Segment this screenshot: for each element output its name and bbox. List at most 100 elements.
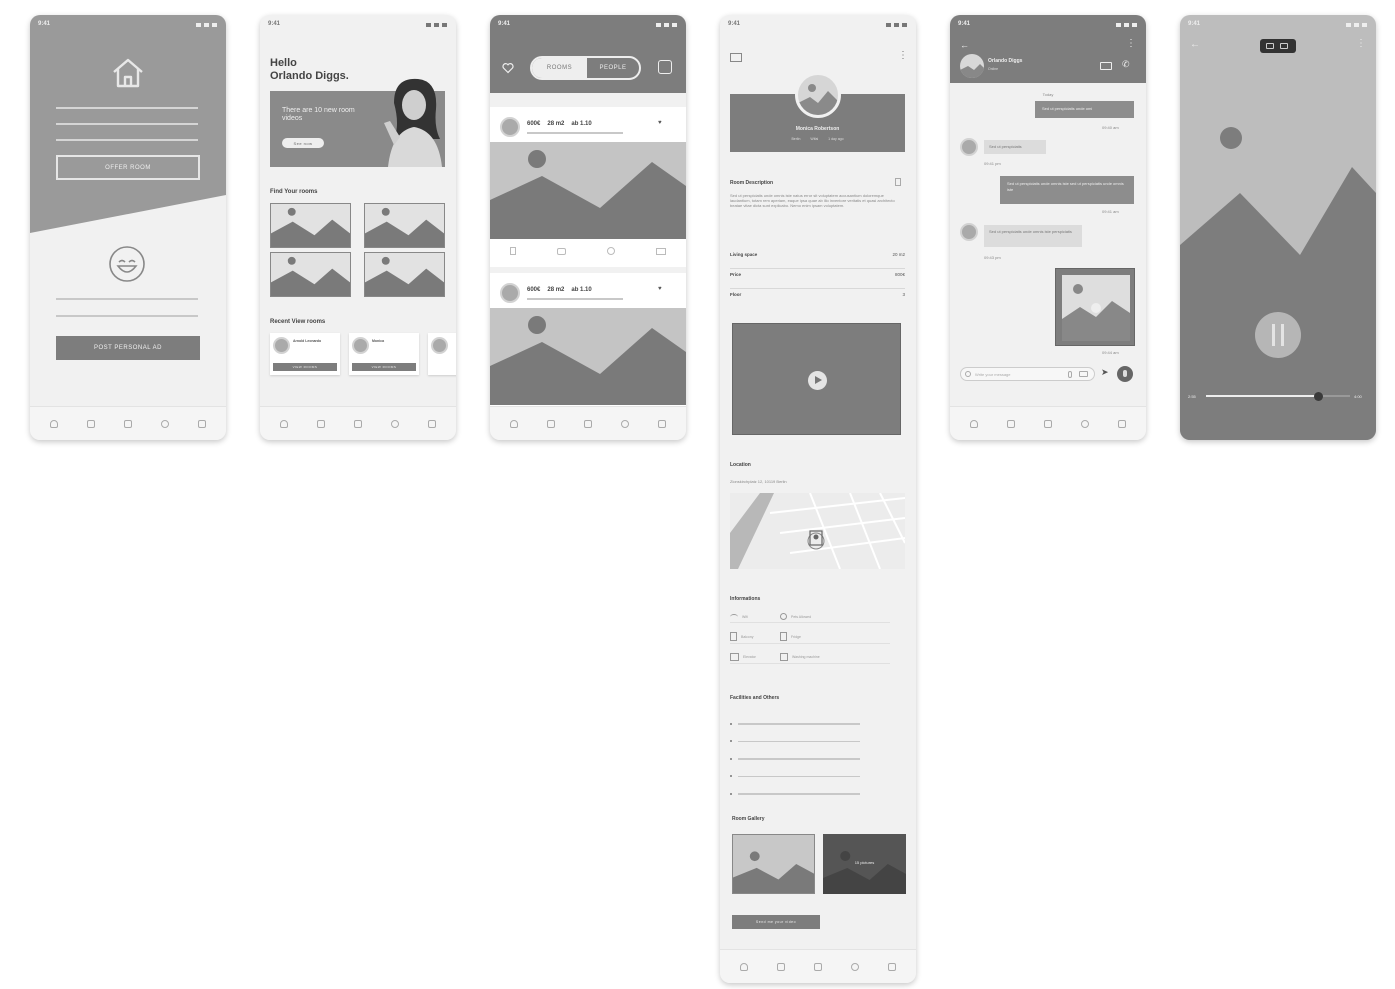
camera-icon[interactable] bbox=[1079, 371, 1088, 377]
view-rooms-button[interactable]: VIEW ROOMS bbox=[352, 363, 416, 371]
search-tab-icon[interactable] bbox=[620, 419, 629, 428]
send-icon[interactable]: ➤ bbox=[1101, 367, 1109, 378]
tab-people[interactable]: PEOPLE bbox=[587, 58, 639, 78]
profile-tab-icon[interactable] bbox=[510, 419, 519, 428]
facility-item bbox=[730, 733, 860, 751]
recent-card[interactable]: Monica VIEW ROOMS bbox=[349, 333, 419, 375]
fridge-icon bbox=[780, 632, 787, 641]
chat-tab-icon[interactable] bbox=[317, 419, 326, 428]
divider bbox=[527, 132, 623, 134]
message-input[interactable]: Write your message bbox=[960, 367, 1095, 381]
find-rooms-title: Find Your rooms bbox=[270, 189, 318, 195]
filter-icon[interactable] bbox=[658, 60, 672, 74]
image-message[interactable] bbox=[1055, 268, 1135, 346]
listing-card[interactable]: 600€ 28 m2 ab 1.10 ♥ bbox=[490, 107, 686, 267]
bookmark-icon[interactable] bbox=[895, 178, 901, 186]
send-video-button[interactable]: Send me your video bbox=[732, 915, 820, 929]
pause-button[interactable] bbox=[1255, 312, 1301, 358]
bookmark-icon[interactable] bbox=[510, 247, 517, 255]
back-arrow-icon[interactable]: ← bbox=[1190, 39, 1200, 50]
search-tab-icon[interactable] bbox=[850, 962, 859, 971]
profile-tab-icon[interactable] bbox=[280, 419, 289, 428]
heart-icon[interactable] bbox=[502, 62, 514, 74]
view-rooms-button[interactable]: VIEW ROOMS bbox=[273, 363, 337, 371]
chat-tab-icon[interactable] bbox=[547, 419, 556, 428]
profile-tab-icon[interactable] bbox=[50, 419, 59, 428]
notification-tab-icon[interactable] bbox=[657, 419, 666, 428]
heart-icon[interactable]: ♥ bbox=[658, 120, 662, 126]
play-icon[interactable] bbox=[808, 371, 827, 390]
room-thumbnail[interactable] bbox=[270, 203, 351, 248]
bookmark-tab-icon[interactable] bbox=[353, 419, 362, 428]
chat-tab-icon[interactable] bbox=[777, 962, 786, 971]
search-tab-icon[interactable] bbox=[1080, 419, 1089, 428]
room-thumbnail[interactable] bbox=[364, 203, 445, 248]
tab-rooms[interactable]: ROOMS bbox=[532, 58, 587, 78]
notification-tab-icon[interactable] bbox=[887, 962, 896, 971]
video-call-icon[interactable] bbox=[1100, 62, 1112, 70]
contact-avatar bbox=[960, 54, 984, 78]
informations-grid: Wifi Pets Allowed Balcony Fridge Elevato… bbox=[730, 613, 890, 664]
camera-switch-icon[interactable] bbox=[1260, 39, 1296, 53]
recent-card[interactable]: Arnold Leonardo VIEW ROOMS bbox=[270, 333, 340, 375]
attach-icon[interactable] bbox=[1068, 371, 1072, 378]
location-map[interactable] bbox=[730, 493, 905, 569]
bookmark-tab-icon[interactable] bbox=[1043, 419, 1052, 428]
see-now-button[interactable]: See now bbox=[282, 138, 324, 148]
phone-icon[interactable]: ✆ bbox=[1122, 59, 1130, 70]
tab-bar bbox=[30, 406, 226, 440]
emoji-icon[interactable] bbox=[965, 371, 971, 377]
profile-tab-icon[interactable] bbox=[970, 419, 979, 428]
info-item: Elevator bbox=[730, 653, 780, 664]
info-label: Pets Allowed bbox=[791, 614, 812, 619]
room-video[interactable] bbox=[732, 323, 901, 435]
bookmark-tab-icon[interactable] bbox=[813, 962, 822, 971]
info-label: Elevator bbox=[743, 655, 756, 659]
contact-name: Orlando Diggs bbox=[988, 58, 1023, 64]
video-icon[interactable] bbox=[655, 247, 666, 255]
message-in: Sed ut perspiciatis bbox=[984, 140, 1046, 154]
recent-card[interactable] bbox=[428, 333, 456, 375]
gallery-photo[interactable] bbox=[732, 834, 815, 894]
progress-track[interactable] bbox=[1206, 391, 1350, 401]
profile-name: Monica Robertson bbox=[795, 126, 840, 132]
progress-handle[interactable] bbox=[1313, 391, 1323, 401]
heart-icon[interactable]: ♥ bbox=[658, 286, 662, 292]
offer-room-button[interactable]: OFFER ROOM bbox=[56, 155, 200, 180]
fact-value: 3 bbox=[902, 292, 905, 297]
search-tab-icon[interactable] bbox=[160, 419, 169, 428]
status-bar: 9:41 bbox=[260, 15, 456, 35]
status-bar: 9:41 bbox=[950, 15, 1146, 35]
more-icon[interactable]: ⋮ bbox=[898, 51, 908, 61]
search-tab-icon[interactable] bbox=[390, 419, 399, 428]
profile-avatar bbox=[795, 72, 841, 118]
listing-card[interactable]: 600€ 28 m2 ab 1.10 ♥ bbox=[490, 273, 686, 413]
notification-tab-icon[interactable] bbox=[427, 419, 436, 428]
fact-value: 20 m2 bbox=[892, 252, 905, 257]
profile-city: Berlin bbox=[791, 137, 801, 141]
gallery-more-photos[interactable]: 15 pictures bbox=[823, 834, 906, 894]
room-thumbnail[interactable] bbox=[270, 252, 351, 297]
profile-tab-icon[interactable] bbox=[740, 962, 749, 971]
back-icon[interactable] bbox=[730, 53, 742, 62]
chat-tab-icon[interactable] bbox=[87, 419, 96, 428]
notification-tab-icon[interactable] bbox=[1117, 419, 1126, 428]
heart-outline-icon[interactable] bbox=[606, 247, 615, 255]
more-icon[interactable]: ⋮ bbox=[1126, 39, 1136, 49]
image-message-time: 09:44 am bbox=[1102, 350, 1119, 355]
fact-label: Floor bbox=[730, 292, 742, 297]
chat-icon[interactable] bbox=[557, 247, 567, 255]
bookmark-tab-icon[interactable] bbox=[583, 419, 592, 428]
room-thumbnail[interactable] bbox=[364, 252, 445, 297]
post-personal-ad-button[interactable]: POST PERSONAL AD bbox=[56, 336, 200, 360]
chat-tab-icon[interactable] bbox=[1007, 419, 1016, 428]
avatar bbox=[500, 117, 520, 137]
bookmark-tab-icon[interactable] bbox=[123, 419, 132, 428]
info-label: Balcony bbox=[741, 634, 754, 639]
more-icon[interactable]: ⋮ bbox=[1356, 39, 1366, 49]
facility-item bbox=[730, 785, 860, 803]
mic-icon[interactable] bbox=[1117, 366, 1133, 382]
back-arrow-icon[interactable]: ← bbox=[960, 40, 969, 50]
play-icon[interactable] bbox=[1091, 303, 1101, 313]
notification-tab-icon[interactable] bbox=[197, 419, 206, 428]
